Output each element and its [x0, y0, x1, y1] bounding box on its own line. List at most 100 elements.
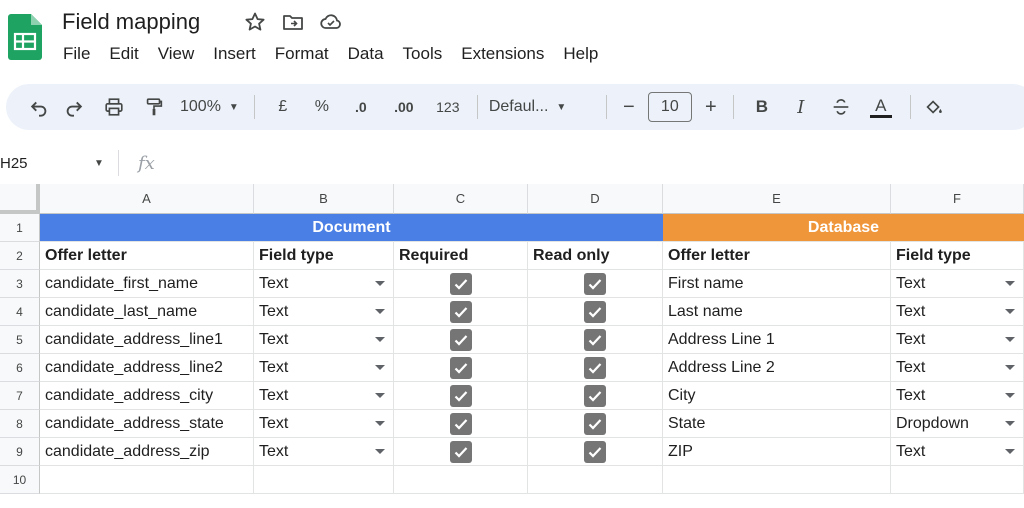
offer-letter-field-cell[interactable]: candidate_last_name	[40, 298, 254, 326]
row-header-5[interactable]: 5	[0, 326, 40, 354]
select-all-corner[interactable]	[0, 184, 40, 214]
checkbox-checked-icon[interactable]	[449, 272, 472, 295]
field-type-dropdown[interactable]: Text	[254, 326, 394, 354]
required-checkbox-cell[interactable]	[394, 438, 528, 466]
header-cell[interactable]: Required	[394, 242, 528, 270]
required-checkbox-cell[interactable]	[394, 382, 528, 410]
currency-format-button[interactable]: £	[264, 91, 302, 123]
offer-letter-field-cell[interactable]: candidate_address_city	[40, 382, 254, 410]
dropdown-arrow-icon[interactable]	[375, 392, 385, 398]
database-field-type-dropdown[interactable]: Text	[891, 382, 1024, 410]
database-field-type-dropdown[interactable]: Text	[891, 270, 1024, 298]
checkbox-checked-icon[interactable]	[449, 356, 472, 379]
dropdown-arrow-icon[interactable]	[1005, 336, 1015, 342]
dropdown-arrow-icon[interactable]	[375, 364, 385, 370]
fill-color-icon[interactable]	[920, 91, 948, 123]
header-cell[interactable]: Field type	[891, 242, 1024, 270]
offer-letter-field-cell[interactable]: candidate_address_state	[40, 410, 254, 438]
field-type-dropdown[interactable]: Text	[254, 382, 394, 410]
row-header-4[interactable]: 4	[0, 298, 40, 326]
dropdown-arrow-icon[interactable]	[375, 448, 385, 454]
row-header-2[interactable]: 2	[0, 242, 40, 270]
dropdown-arrow-icon[interactable]	[1005, 364, 1015, 370]
database-field-type-dropdown[interactable]: Text	[891, 354, 1024, 382]
read-only-checkbox-cell[interactable]	[528, 354, 663, 382]
checkbox-checked-icon[interactable]	[449, 440, 472, 463]
checkbox-checked-icon[interactable]	[584, 440, 606, 463]
column-header-a[interactable]: A	[40, 184, 254, 214]
required-checkbox-cell[interactable]	[394, 270, 528, 298]
database-field-cell[interactable]: Address Line 2	[663, 354, 891, 382]
field-type-dropdown[interactable]: Text	[254, 410, 394, 438]
increase-decimal-button[interactable]: .00	[380, 91, 428, 123]
database-field-cell[interactable]: First name	[663, 270, 891, 298]
header-cell[interactable]: Read only	[528, 242, 663, 270]
row-header-10[interactable]: 10	[0, 466, 40, 494]
dropdown-arrow-icon[interactable]	[1005, 420, 1015, 426]
checkbox-checked-icon[interactable]	[584, 328, 606, 351]
move-folder-icon[interactable]	[281, 10, 305, 39]
field-type-dropdown[interactable]: Text	[254, 270, 394, 298]
database-field-type-dropdown[interactable]: Text	[891, 326, 1024, 354]
menu-file[interactable]: File	[63, 44, 90, 64]
checkbox-checked-icon[interactable]	[584, 356, 606, 379]
checkbox-checked-icon[interactable]	[584, 272, 606, 295]
empty-cell[interactable]	[663, 466, 891, 494]
menu-tools[interactable]: Tools	[403, 44, 443, 64]
empty-cell[interactable]	[528, 466, 663, 494]
row-header-6[interactable]: 6	[0, 354, 40, 382]
zoom-select[interactable]: 100% ▼	[174, 91, 245, 123]
menu-format[interactable]: Format	[275, 44, 329, 64]
row-header-3[interactable]: 3	[0, 270, 40, 298]
column-header-f[interactable]: F	[891, 184, 1024, 214]
checkbox-checked-icon[interactable]	[449, 328, 472, 351]
required-checkbox-cell[interactable]	[394, 410, 528, 438]
menu-help[interactable]: Help	[563, 44, 598, 64]
menu-extensions[interactable]: Extensions	[461, 44, 544, 64]
dropdown-arrow-icon[interactable]	[375, 280, 385, 286]
checkbox-checked-icon[interactable]	[584, 300, 606, 323]
read-only-checkbox-cell[interactable]	[528, 382, 663, 410]
dropdown-arrow-icon[interactable]	[375, 308, 385, 314]
decrease-decimal-button[interactable]: .0	[342, 91, 380, 123]
header-cell[interactable]: Field type	[254, 242, 394, 270]
read-only-checkbox-cell[interactable]	[528, 298, 663, 326]
dropdown-arrow-icon[interactable]	[375, 420, 385, 426]
database-field-cell[interactable]: Address Line 1	[663, 326, 891, 354]
document-title[interactable]: Field mapping	[62, 9, 200, 35]
dropdown-arrow-icon[interactable]	[1005, 308, 1015, 314]
database-field-type-dropdown[interactable]: Text	[891, 438, 1024, 466]
dropdown-arrow-icon[interactable]	[375, 336, 385, 342]
checkbox-checked-icon[interactable]	[584, 412, 606, 435]
checkbox-checked-icon[interactable]	[449, 412, 472, 435]
read-only-checkbox-cell[interactable]	[528, 410, 663, 438]
database-field-type-dropdown[interactable]: Dropdown	[891, 410, 1024, 438]
empty-cell[interactable]	[254, 466, 394, 494]
paint-format-icon[interactable]	[134, 91, 174, 123]
database-field-cell[interactable]: City	[663, 382, 891, 410]
database-field-cell[interactable]: ZIP	[663, 438, 891, 466]
empty-cell[interactable]	[40, 466, 254, 494]
text-color-button[interactable]: A	[861, 91, 901, 123]
font-family-select[interactable]: Defaul... ▼	[487, 91, 597, 123]
decrease-font-size-button[interactable]: −	[616, 91, 642, 123]
bold-button[interactable]: B	[743, 91, 781, 123]
menu-view[interactable]: View	[158, 44, 195, 64]
redo-icon[interactable]	[54, 91, 94, 123]
italic-button[interactable]: I	[781, 91, 821, 123]
strikethrough-icon[interactable]	[821, 91, 861, 123]
database-band[interactable]: Database	[663, 214, 1024, 242]
read-only-checkbox-cell[interactable]	[528, 326, 663, 354]
read-only-checkbox-cell[interactable]	[528, 270, 663, 298]
offer-letter-field-cell[interactable]: candidate_address_line2	[40, 354, 254, 382]
menu-edit[interactable]: Edit	[109, 44, 138, 64]
offer-letter-field-cell[interactable]: candidate_address_line1	[40, 326, 254, 354]
row-header-9[interactable]: 9	[0, 438, 40, 466]
menu-data[interactable]: Data	[348, 44, 384, 64]
required-checkbox-cell[interactable]	[394, 354, 528, 382]
row-header-1[interactable]: 1	[0, 214, 40, 242]
checkbox-checked-icon[interactable]	[449, 384, 472, 407]
dropdown-arrow-icon[interactable]	[1005, 448, 1015, 454]
menu-insert[interactable]: Insert	[213, 44, 256, 64]
database-field-type-dropdown[interactable]: Text	[891, 298, 1024, 326]
